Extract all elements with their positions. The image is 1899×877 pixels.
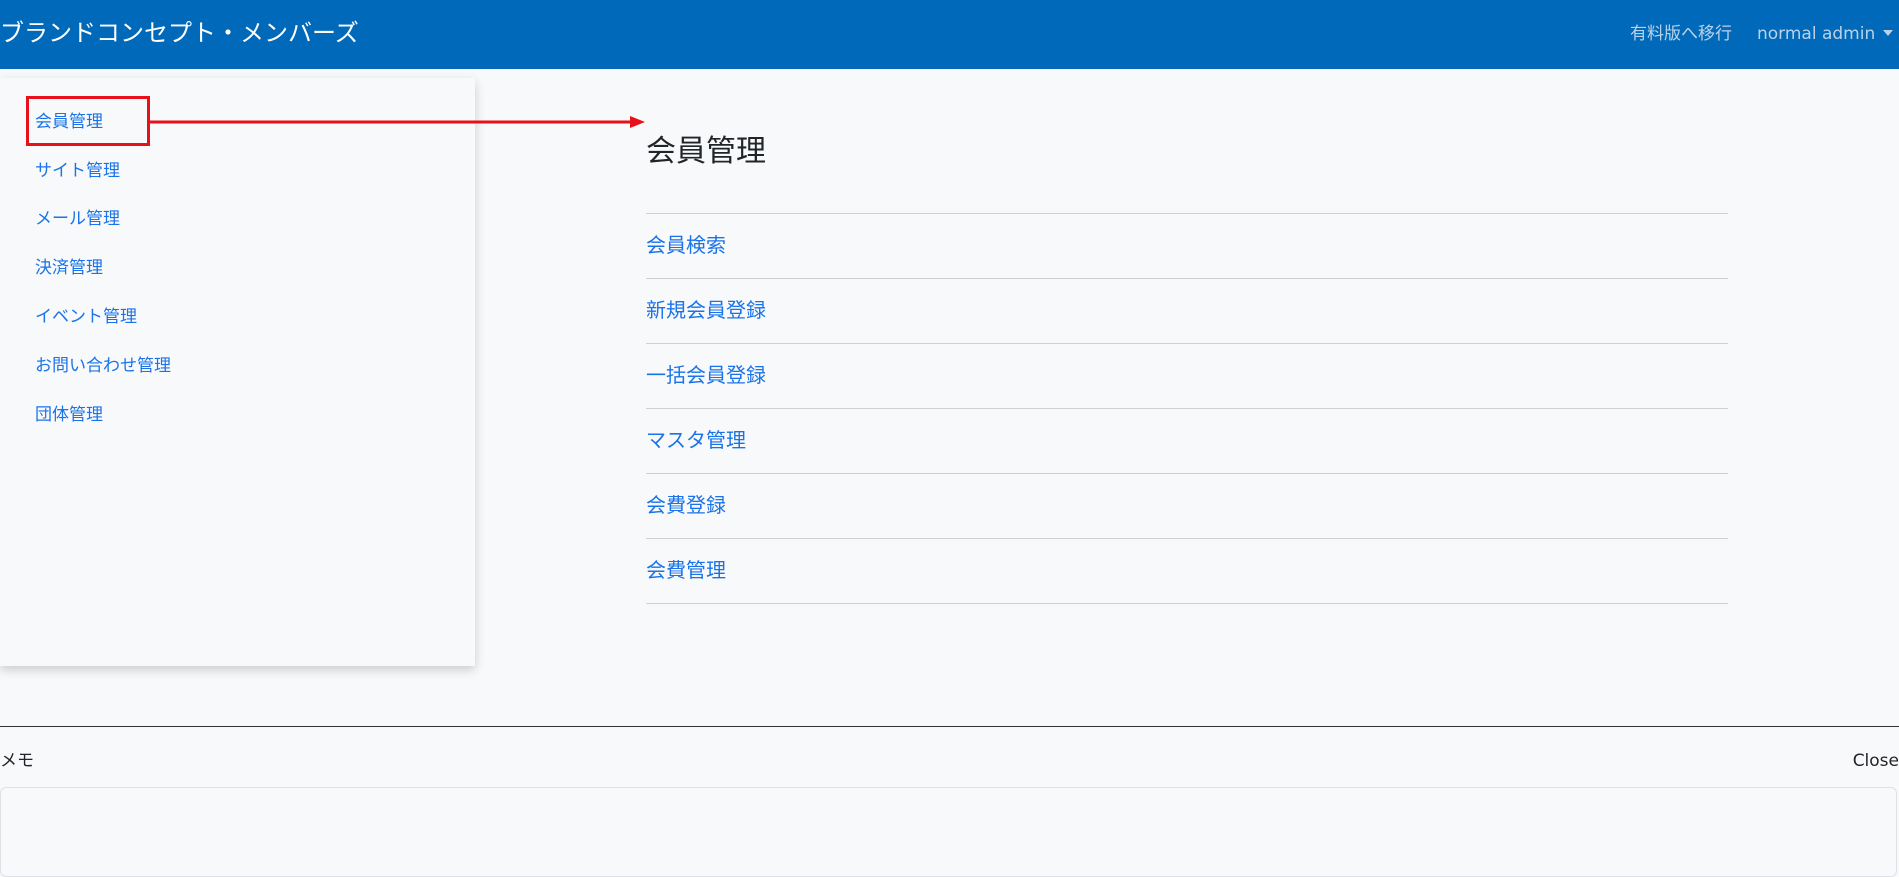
memo-textarea[interactable] (0, 787, 1897, 877)
sidebar-item-inquiry-management[interactable]: お問い合わせ管理 (35, 355, 171, 377)
user-menu-label: normal admin (1757, 24, 1876, 44)
member-search-link[interactable]: 会員検索 (646, 232, 726, 258)
user-menu-dropdown[interactable]: normal admin (1757, 23, 1894, 45)
new-member-registration-link[interactable]: 新規会員登録 (646, 297, 766, 323)
sidebar-item-group-management[interactable]: 団体管理 (35, 404, 103, 426)
sidebar-item-event-management[interactable]: イベント管理 (35, 306, 137, 328)
fee-registration-link[interactable]: 会費登録 (646, 492, 726, 518)
caret-down-icon (1883, 30, 1894, 36)
upgrade-link[interactable]: 有料版へ移行 (1630, 23, 1732, 45)
sidebar-item-payment-management[interactable]: 決済管理 (35, 257, 103, 279)
top-navbar: ブランドコンセプト・メンバーズ 有料版へ移行 normal admin (0, 0, 1899, 69)
list-item: 新規会員登録 (646, 278, 1728, 343)
annotation-highlight-box (26, 96, 150, 146)
member-menu-list: 会員検索 新規会員登録 一括会員登録 マスタ管理 会費登録 会費管理 (646, 213, 1728, 604)
sidebar-item-site-management[interactable]: サイト管理 (35, 160, 120, 182)
list-item: 会費登録 (646, 473, 1728, 538)
master-management-link[interactable]: マスタ管理 (646, 427, 746, 453)
bulk-member-registration-link[interactable]: 一括会員登録 (646, 362, 766, 388)
list-item: 会員検索 (646, 213, 1728, 278)
brand-title[interactable]: ブランドコンセプト・メンバーズ (0, 18, 359, 48)
list-item: 一括会員登録 (646, 343, 1728, 408)
memo-close-button[interactable]: Close (1853, 750, 1899, 772)
arrow-right-icon (150, 116, 645, 128)
list-item: 会費管理 (646, 538, 1728, 604)
fee-management-link[interactable]: 会費管理 (646, 557, 726, 583)
sidebar-item-mail-management[interactable]: メール管理 (35, 208, 120, 230)
page-title: 会員管理 (646, 134, 766, 169)
list-item: マスタ管理 (646, 408, 1728, 473)
memo-divider (0, 726, 1899, 727)
memo-label: メモ (0, 751, 34, 771)
